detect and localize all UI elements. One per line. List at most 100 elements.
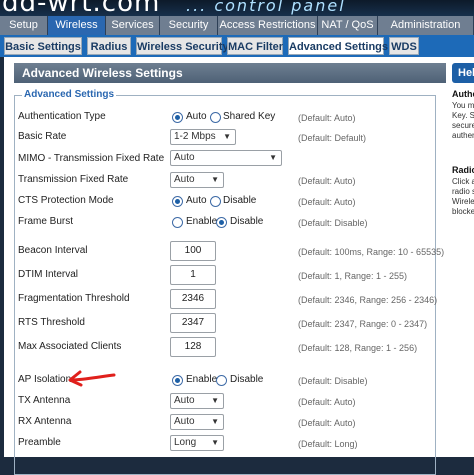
subtab-wds[interactable]: WDS (389, 37, 419, 55)
radio-cts-disable-label: Disable (223, 195, 257, 206)
subtab-radius[interactable]: Radius (87, 37, 131, 55)
radio-ap-isolation-enable-label: Enable (186, 374, 218, 385)
default-fragmentation-threshold: (Default: 2346, Range: 256 - 2346) (298, 295, 438, 305)
tab-administration[interactable]: Administration (378, 16, 474, 35)
tab-setup[interactable]: Setup (0, 16, 48, 35)
select-tx-antenna-value: Auto (174, 395, 195, 406)
select-mimo-rate-value: Auto (174, 152, 195, 163)
label-max-associated-clients: Max Associated Clients (18, 341, 122, 352)
input-fragmentation-threshold[interactable]: 2346 (170, 289, 216, 309)
select-basic-rate[interactable]: 1-2 Mbps ▼ (170, 129, 236, 145)
input-max-associated-clients[interactable]: 128 (170, 337, 216, 357)
help-text-line: Key. S (452, 111, 474, 120)
radio-auth-auto-label: Auto (186, 111, 207, 122)
settings-panel: Advanced Wireless Settings Advanced Sett… (4, 57, 450, 475)
subtab-advanced-settings[interactable]: Advanced Settings (288, 37, 388, 55)
label-tx-fixed-rate: Transmission Fixed Rate (18, 174, 129, 185)
select-preamble[interactable]: Long ▼ (170, 435, 224, 451)
default-preamble: (Default: Long) (298, 439, 358, 449)
main-tab-bar: Setup Wireless Services Security Access … (0, 16, 474, 35)
label-rx-antenna: RX Antenna (18, 416, 72, 427)
label-cts-protection: CTS Protection Mode (18, 195, 114, 206)
logo-subtitle: ... control panel (186, 0, 346, 15)
label-mimo-rate: MIMO - Transmission Fixed Rate (18, 153, 165, 164)
subtab-wireless-security[interactable]: Wireless Security (136, 37, 229, 55)
tab-access-restrictions[interactable]: Access Restrictions (218, 16, 318, 35)
help-text-line: Wirele (452, 197, 474, 206)
default-rts-threshold: (Default: 2347, Range: 0 - 2347) (298, 319, 428, 329)
chevron-down-icon: ▼ (211, 438, 219, 447)
chevron-down-icon: ▼ (211, 396, 219, 405)
help-text-line: blocke (452, 207, 474, 216)
select-rx-antenna[interactable]: Auto ▼ (170, 414, 224, 430)
default-beacon-interval: (Default: 100ms, Range: 10 - 65535) (298, 247, 445, 257)
help-text-line: radio s (452, 187, 474, 196)
radio-auth-auto[interactable] (172, 112, 183, 123)
chevron-down-icon: ▼ (211, 417, 219, 426)
help-section-title: Radio (452, 165, 474, 175)
input-dtim-interval[interactable]: 1 (170, 265, 216, 285)
help-text-line: authen (452, 131, 474, 140)
label-beacon-interval: Beacon Interval (18, 245, 88, 256)
default-tx-fixed-rate: (Default: Auto) (298, 176, 356, 186)
radio-frame-burst-enable[interactable] (172, 217, 183, 228)
input-beacon-interval[interactable]: 100 (170, 241, 216, 261)
default-tx-antenna: (Default: Auto) (298, 397, 356, 407)
label-preamble: Preamble (18, 437, 61, 448)
help-sidebar: Help Authen You m Key. S secure authen R… (450, 57, 474, 457)
help-text-line: You m (452, 101, 474, 110)
default-basic-rate: (Default: Default) (298, 133, 367, 143)
input-rts-threshold[interactable]: 2347 (170, 313, 216, 333)
help-text-line: secure (452, 121, 474, 130)
chevron-down-icon: ▼ (211, 175, 219, 184)
select-tx-antenna[interactable]: Auto ▼ (170, 393, 224, 409)
label-basic-rate: Basic Rate (18, 131, 67, 142)
chevron-down-icon: ▼ (269, 153, 277, 162)
select-preamble-value: Long (174, 437, 197, 448)
label-authentication-type: Authentication Type (18, 111, 106, 122)
subtab-mac-filter[interactable]: MAC Filter (227, 37, 283, 55)
radio-auth-shared-key-label: Shared Key (223, 111, 276, 122)
radio-frame-burst-disable[interactable] (216, 217, 227, 228)
sub-tab-bar: Basic Settings Radius Wireless Security … (0, 35, 474, 57)
radio-ap-isolation-enable[interactable] (172, 375, 183, 386)
label-dtim-interval: DTIM Interval (18, 269, 79, 280)
red-arrow-icon (68, 370, 116, 387)
tab-security[interactable]: Security (160, 16, 218, 35)
tab-services[interactable]: Services (106, 16, 160, 35)
help-text-line: Click a (452, 177, 474, 186)
radio-cts-disable[interactable] (210, 196, 221, 207)
subtab-basic-settings[interactable]: Basic Settings (4, 37, 82, 55)
default-ap-isolation: (Default: Disable) (298, 376, 368, 386)
tab-nat-qos[interactable]: NAT / QoS (318, 16, 378, 35)
label-frame-burst: Frame Burst (18, 216, 74, 227)
radio-frame-burst-enable-label: Enable (186, 216, 218, 227)
radio-frame-burst-disable-label: Disable (230, 216, 264, 227)
chevron-down-icon: ▼ (223, 132, 231, 141)
default-auth-type: (Default: Auto) (298, 113, 356, 123)
label-rts-threshold: RTS Threshold (18, 317, 85, 328)
fieldset-legend: Advanced Settings (22, 89, 117, 100)
radio-ap-isolation-disable-label: Disable (230, 374, 264, 385)
radio-auth-shared-key[interactable] (210, 112, 221, 123)
radio-cts-auto-label: Auto (186, 195, 207, 206)
panel-title: Advanced Wireless Settings (14, 63, 446, 83)
default-rx-antenna: (Default: Auto) (298, 418, 356, 428)
select-basic-rate-value: 1-2 Mbps (174, 131, 216, 142)
select-rx-antenna-value: Auto (174, 416, 195, 427)
select-mimo-rate[interactable]: Auto ▼ (170, 150, 282, 166)
select-tx-fixed-rate[interactable]: Auto ▼ (170, 172, 224, 188)
label-fragmentation-threshold: Fragmentation Threshold (18, 293, 130, 304)
default-dtim-interval: (Default: 1, Range: 1 - 255) (298, 271, 408, 281)
default-frame-burst: (Default: Disable) (298, 218, 368, 228)
tab-wireless[interactable]: Wireless (48, 16, 106, 35)
radio-ap-isolation-disable[interactable] (216, 375, 227, 386)
select-tx-fixed-rate-value: Auto (174, 174, 195, 185)
default-max-associated-clients: (Default: 128, Range: 1 - 256) (298, 343, 418, 353)
help-button[interactable]: Help (452, 63, 474, 83)
help-section-title: Authen (452, 89, 474, 99)
radio-cts-auto[interactable] (172, 196, 183, 207)
default-cts: (Default: Auto) (298, 197, 356, 207)
label-tx-antenna: TX Antenna (18, 395, 71, 406)
label-ap-isolation: AP Isolation (18, 374, 72, 385)
